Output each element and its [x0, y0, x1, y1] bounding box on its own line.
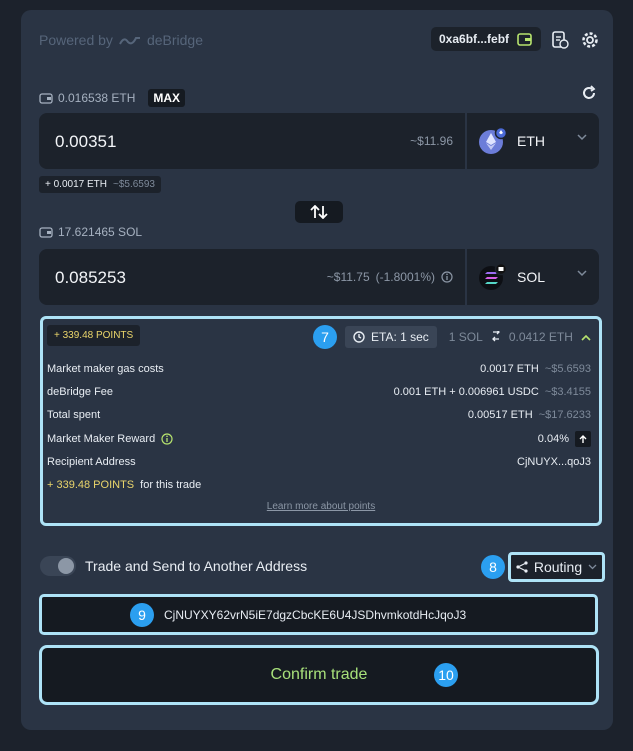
chevron-up-icon[interactable]: [581, 334, 591, 341]
to-balance: 17.621465 SOL: [39, 225, 142, 239]
to-amount-field: 0.085253 ~$11.75 (-1.8001%): [39, 249, 465, 305]
info-icon[interactable]: [161, 433, 173, 445]
recipient-address-field[interactable]: 9 CjNUYXY62vrN5iE7dgzCbcKE6U4JSDhvmkotdH…: [39, 594, 598, 635]
powered-by: Powered by deBridge: [39, 32, 203, 48]
gear-icon[interactable]: [581, 31, 599, 49]
detail-row-gas: Market maker gas costs 0.0017 ETH ~$5.659…: [47, 363, 591, 375]
to-usd-change: (-1.8001%): [375, 270, 435, 284]
points-summary: + 339.48 POINTS for this trade: [47, 479, 591, 491]
detail-label: Market maker gas costs: [47, 363, 164, 375]
wallet-button[interactable]: 0xa6bf...febf: [431, 27, 541, 51]
gas-estimate: + 0.0017 ETH ~$5.6593: [39, 176, 161, 193]
detail-value: 0.0017 ETH: [480, 363, 539, 375]
routing-icon: [516, 561, 528, 573]
eta-chip: ETA: 1 sec: [345, 326, 437, 348]
from-usd-value: ~$11.96: [410, 134, 453, 148]
bridge-panel: Powered by deBridge 0xa6bf...febf 0.0165…: [21, 10, 613, 730]
routing-dropdown[interactable]: Routing: [508, 552, 605, 582]
gas-amount: + 0.0017 ETH: [45, 179, 107, 190]
trade-details: + 339.48 POINTS 7 ETA: 1 sec 1 SOL 0.041…: [40, 316, 602, 526]
recipient-address-value[interactable]: CjNUYXY62vrN5iE7dgzCbcKE6U4JSDhvmkotdHcJ…: [164, 608, 466, 622]
from-amount-field[interactable]: 0.00351 ~$11.96: [39, 113, 465, 169]
send-to-address-toggle[interactable]: [40, 556, 76, 576]
detail-usd: ~$17.6233: [538, 409, 591, 421]
detail-row-recipient: Recipient Address CjNUYX...qoJ3: [47, 456, 591, 468]
detail-usd: ~$3.4155: [544, 386, 591, 398]
annotation-badge-9: 9: [130, 602, 154, 627]
arrow-up-icon[interactable]: [575, 431, 591, 447]
annotation-badge-8: 8: [481, 555, 505, 579]
wallet-small-icon: [39, 92, 53, 104]
rate-to: 0.0412 ETH: [508, 330, 573, 344]
brand-name: deBridge: [146, 32, 203, 48]
info-icon[interactable]: [441, 271, 453, 283]
from-balance-value: 0.016538 ETH: [58, 91, 136, 105]
send-to-address-label: Trade and Send to Another Address: [85, 558, 308, 574]
annotation-badge-10: 10: [434, 663, 458, 687]
powered-by-label: Powered by: [39, 32, 113, 48]
swap-direction-button[interactable]: [295, 201, 343, 223]
debridge-logo-icon: [119, 37, 140, 45]
points-amount: + 339.48 POINTS: [47, 479, 135, 491]
wallet-address: 0xa6bf...febf: [439, 32, 510, 46]
detail-label: deBridge Fee: [47, 386, 114, 398]
from-amount[interactable]: 0.00351: [55, 132, 116, 152]
chevron-down-icon: [577, 134, 587, 141]
refresh-icon[interactable]: [581, 85, 597, 101]
learn-more-link[interactable]: Learn more about points: [43, 501, 599, 512]
points-suffix: for this trade: [140, 479, 202, 491]
detail-label: Total spent: [47, 409, 101, 421]
clock-icon: [353, 331, 365, 343]
to-usd-value: ~$11.75 (-1.8001%): [327, 270, 453, 284]
history-icon[interactable]: [551, 31, 569, 49]
detail-value: 0.04%: [537, 433, 569, 445]
confirm-trade-button[interactable]: Confirm trade 10: [39, 645, 599, 705]
from-token-name: ETH: [517, 133, 545, 149]
detail-row-fee: deBridge Fee 0.001 ETH + 0.006961 USDC ~$…: [47, 386, 591, 398]
detail-row-total: Total spent 0.00517 ETH ~$17.6233: [47, 409, 591, 421]
detail-value: 0.00517 ETH: [467, 409, 533, 421]
eta-label: ETA: 1 sec: [371, 330, 429, 344]
chevron-down-icon: [588, 564, 597, 570]
from-token-selector[interactable]: ETH: [467, 113, 599, 169]
sol-token-icon: [479, 263, 507, 290]
detail-usd: ~$5.6593: [544, 363, 591, 375]
confirm-trade-label: Confirm trade: [270, 666, 368, 683]
max-button[interactable]: MAX: [148, 89, 186, 107]
points-badge: + 339.48 POINTS: [47, 325, 141, 346]
chevron-down-icon: [577, 270, 587, 277]
swap-arrows-icon: [310, 205, 328, 219]
annotation-badge-7: 7: [313, 325, 337, 349]
to-amount: 0.085253: [55, 268, 126, 287]
to-balance-value: 17.621465 SOL: [58, 225, 143, 239]
eth-token-icon: [479, 127, 507, 154]
detail-value: CjNUYX...qoJ3: [517, 456, 591, 468]
detail-row-reward: Market Maker Reward 0.04%: [47, 431, 591, 447]
details-header: 7 ETA: 1 sec 1 SOL 0.0412 ETH: [313, 325, 591, 349]
detail-value: 0.001 ETH + 0.006961 USDC: [393, 386, 539, 398]
gas-usd: ~$5.6593: [112, 179, 155, 190]
toggle-knob: [58, 558, 74, 574]
wallet-small-icon: [39, 226, 53, 238]
detail-label: Recipient Address: [47, 456, 136, 468]
from-balance: 0.016538 ETH MAX: [39, 89, 186, 107]
from-usd: ~$11.96: [410, 134, 453, 148]
to-token-name: SOL: [517, 269, 546, 285]
to-token-selector[interactable]: SOL: [467, 249, 599, 305]
exchange-icon: [491, 331, 500, 342]
rate-from: 1 SOL: [448, 330, 483, 344]
detail-label: Market Maker Reward: [47, 433, 156, 445]
to-usd: ~$11.75: [326, 270, 370, 284]
routing-label: Routing: [533, 559, 583, 575]
wallet-icon: [517, 32, 532, 46]
